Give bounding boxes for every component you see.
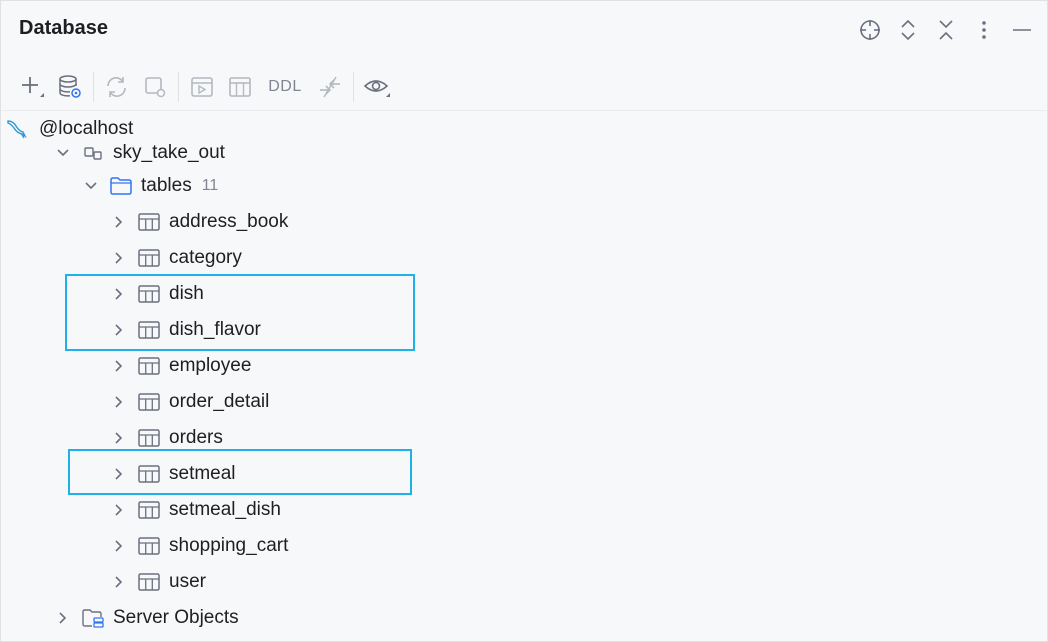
chevron-down-icon: [81, 176, 101, 196]
table-label: setmeal: [169, 463, 236, 484]
table-icon: [229, 76, 251, 97]
add-button[interactable]: [13, 69, 51, 105]
table-icon: [137, 570, 161, 594]
table-icon: [137, 498, 161, 522]
edit-data-button[interactable]: [221, 69, 259, 105]
tables-folder-label: tables: [141, 175, 192, 196]
table-label: address_book: [169, 211, 289, 232]
minimize-icon: [1013, 29, 1031, 31]
server-objects-label: Server Objects: [113, 607, 239, 628]
disconnect-button[interactable]: [136, 69, 174, 105]
table-label: orders: [169, 427, 223, 448]
compare-button[interactable]: [311, 69, 349, 105]
table-label: shopping_cart: [169, 535, 289, 556]
table-icon: [137, 210, 161, 234]
chevron-right-icon: [109, 320, 129, 340]
stop-connection-icon: [145, 76, 166, 97]
toolbar-separator: [178, 71, 179, 102]
tree-node-table[interactable]: orders: [109, 420, 223, 456]
tree-node-tables-folder[interactable]: tables 11: [81, 168, 218, 204]
tree-node-table[interactable]: dish_flavor: [109, 312, 261, 348]
table-label: order_detail: [169, 391, 270, 412]
crosshair-icon: [860, 20, 880, 40]
tree-node-table[interactable]: shopping_cart: [109, 528, 288, 564]
collapse-all-button[interactable]: [927, 15, 965, 45]
table-label: user: [169, 571, 206, 592]
database-toolbar: DDL: [1, 63, 1047, 111]
ddl-button[interactable]: DDL: [259, 69, 311, 105]
chevron-right-icon: [109, 428, 129, 448]
expand-all-button[interactable]: [889, 15, 927, 45]
chevron-down-icon: [53, 143, 73, 163]
tree-node-table[interactable]: address_book: [109, 204, 288, 240]
header-actions: [851, 15, 1041, 45]
tables-count-badge: 11: [201, 177, 219, 194]
folder-icon: [109, 174, 133, 198]
table-icon: [137, 426, 161, 450]
console-icon: [191, 76, 213, 97]
table-icon: [137, 534, 161, 558]
tree-node-table[interactable]: order_detail: [109, 384, 269, 420]
table-icon: [137, 354, 161, 378]
table-label: dish_flavor: [169, 319, 261, 340]
view-options-button[interactable]: [358, 69, 396, 105]
server-objects-folder-icon: [81, 606, 105, 630]
plus-icon: [22, 76, 44, 97]
toolbar-separator: [93, 71, 94, 102]
tool-window-header: Database: [1, 1, 1047, 59]
tree-node-table[interactable]: setmeal_dish: [109, 492, 281, 528]
table-label: employee: [169, 355, 252, 376]
tree-node-table[interactable]: user: [109, 564, 206, 600]
chevron-right-icon: [53, 608, 73, 628]
chevron-right-icon: [109, 248, 129, 268]
database-settings-icon: [59, 74, 81, 98]
tree-node-server-objects[interactable]: Server Objects: [53, 600, 239, 636]
expand-all-icon: [901, 19, 915, 41]
schema-icon: [81, 141, 105, 165]
mysql-dolphin-icon: [5, 117, 29, 141]
database-explorer-tree: @localhost sky_take_out tables 11 addres…: [1, 113, 1047, 642]
tree-node-table[interactable]: dish: [109, 276, 204, 312]
minimize-button[interactable]: [1003, 15, 1041, 45]
refresh-button[interactable]: [98, 69, 136, 105]
chevron-right-icon: [109, 464, 129, 484]
chevron-right-icon: [109, 572, 129, 592]
table-icon: [137, 462, 161, 486]
table-icon: [137, 282, 161, 306]
chevron-right-icon: [109, 392, 129, 412]
more-vertical-icon: [982, 21, 986, 39]
table-label: dish: [169, 283, 204, 304]
tree-node-schema[interactable]: sky_take_out: [53, 135, 225, 171]
table-icon: [137, 246, 161, 270]
tool-window-title: Database: [19, 17, 108, 39]
locate-button[interactable]: [851, 15, 889, 45]
more-options-button[interactable]: [965, 15, 1003, 45]
eye-icon: [363, 79, 390, 97]
data-source-properties-button[interactable]: [51, 69, 89, 105]
table-label: category: [169, 247, 242, 268]
table-icon: [137, 390, 161, 414]
collapse-all-icon: [939, 20, 953, 40]
toolbar-separator: [353, 71, 354, 102]
chevron-right-icon: [109, 356, 129, 376]
table-label: setmeal_dish: [169, 499, 281, 520]
tree-node-table[interactable]: employee: [109, 348, 251, 384]
database-tool-window: Database DDL @localhost sky_take_out tab…: [0, 0, 1048, 642]
jump-to-query-console-button[interactable]: [183, 69, 221, 105]
chevron-right-icon: [109, 500, 129, 520]
chevron-right-icon: [109, 536, 129, 556]
chevron-right-icon: [109, 284, 129, 304]
tree-node-table[interactable]: category: [109, 240, 242, 276]
chevron-right-icon: [109, 212, 129, 232]
tree-node-table[interactable]: setmeal: [109, 456, 236, 492]
compare-arrows-icon: [320, 76, 340, 97]
refresh-icon: [107, 76, 126, 97]
schema-label: sky_take_out: [113, 142, 225, 163]
table-icon: [137, 318, 161, 342]
